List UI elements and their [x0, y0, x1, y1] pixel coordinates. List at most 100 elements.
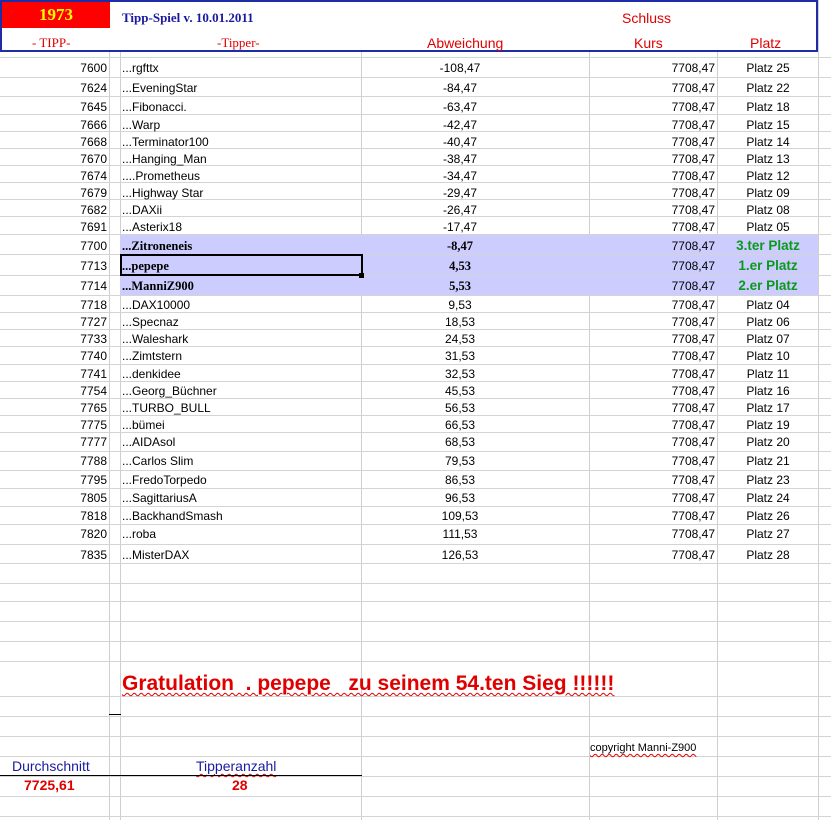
cell-tipper[interactable]: ...ManniZ900 [122, 279, 194, 293]
cell-kurs[interactable]: 7708,47 [672, 418, 715, 432]
cell-platz[interactable]: Platz 07 [718, 332, 818, 346]
cell-tipper[interactable]: ...MisterDAX [122, 548, 189, 562]
cell-tipp[interactable]: 7754 [80, 384, 107, 398]
cell-platz[interactable]: Platz 11 [718, 367, 818, 381]
cell-tipp[interactable]: 7805 [80, 491, 107, 505]
cell-tipp[interactable]: 7775 [80, 418, 107, 432]
cell-tipper[interactable]: ...Carlos Slim [122, 454, 193, 468]
cell-kurs[interactable]: 7708,47 [672, 454, 715, 468]
cell-kurs[interactable]: 7708,47 [672, 169, 715, 183]
cell-abweichung[interactable]: 32,53 [420, 367, 500, 381]
cell-abweichung[interactable]: 66,53 [420, 418, 500, 432]
cell-tipper[interactable]: ...FredoTorpedo [122, 473, 207, 487]
cell-abweichung[interactable]: -42,47 [420, 118, 500, 132]
cell-platz[interactable]: Platz 16 [718, 384, 818, 398]
cell-tipp[interactable]: 7668 [80, 135, 107, 149]
cell-kurs[interactable]: 7708,47 [672, 61, 715, 75]
cell-abweichung[interactable]: 68,53 [420, 435, 500, 449]
cell-abweichung[interactable]: 96,53 [420, 491, 500, 505]
fill-handle[interactable] [359, 273, 364, 278]
cell-kurs[interactable]: 7708,47 [672, 384, 715, 398]
cell-tipper[interactable]: ...SagittariusA [122, 491, 197, 505]
cell-abweichung[interactable]: -84,47 [420, 81, 500, 95]
cell-kurs[interactable]: 7708,47 [672, 349, 715, 363]
cell-kurs[interactable]: 7708,47 [672, 298, 715, 312]
durchschnitt-value[interactable]: 7725,61 [24, 778, 75, 792]
cell-platz[interactable]: Platz 10 [718, 349, 818, 363]
cell-tipp[interactable]: 7670 [80, 152, 107, 166]
cell-kurs[interactable]: 7708,47 [672, 186, 715, 200]
cell-platz[interactable]: Platz 23 [718, 473, 818, 487]
cell-kurs[interactable]: 7708,47 [672, 332, 715, 346]
cell-platz[interactable]: Platz 27 [718, 527, 818, 541]
cell-platz[interactable]: Platz 06 [718, 315, 818, 329]
cell-tipp[interactable]: 7788 [80, 454, 107, 468]
cell-kurs[interactable]: 7708,47 [672, 367, 715, 381]
cell-tipper[interactable]: ...bümei [122, 418, 165, 432]
col-header-tipper[interactable]: -Tipper- [217, 36, 260, 50]
cell-tipp[interactable]: 7777 [80, 435, 107, 449]
cell-tipp[interactable]: 7820 [80, 527, 107, 541]
cell-tipp[interactable]: 7718 [80, 298, 107, 312]
cell-platz[interactable]: Platz 05 [718, 220, 818, 234]
cell-abweichung[interactable]: -38,47 [420, 152, 500, 166]
cell-platz[interactable]: Platz 21 [718, 454, 818, 468]
cell-kurs[interactable]: 7708,47 [672, 473, 715, 487]
year-cell[interactable]: 1973 [2, 2, 110, 28]
cell-tipper[interactable]: ....Prometheus [122, 169, 200, 183]
cell-tipper[interactable]: ...Highway Star [122, 186, 203, 200]
cell-tipp[interactable]: 7600 [80, 61, 107, 75]
cell-kurs[interactable]: 7708,47 [672, 401, 715, 415]
cell-kurs[interactable]: 7708,47 [672, 239, 715, 253]
cell-kurs[interactable]: 7708,47 [672, 220, 715, 234]
cell-tipper[interactable]: ...EveningStar [122, 81, 197, 95]
cell-abweichung[interactable]: -40,47 [420, 135, 500, 149]
cell-tipper[interactable]: ...rgfttx [122, 61, 159, 75]
cell-tipper[interactable]: ...Hanging_Man [122, 152, 207, 166]
cell-kurs[interactable]: 7708,47 [672, 491, 715, 505]
cell-kurs[interactable]: 7708,47 [672, 509, 715, 523]
cell-platz[interactable]: Platz 26 [718, 509, 818, 523]
cell-tipp[interactable]: 7741 [80, 367, 107, 381]
cell-kurs[interactable]: 7708,47 [672, 152, 715, 166]
selected-cell[interactable] [120, 254, 363, 276]
cell-abweichung[interactable]: 79,53 [420, 454, 500, 468]
cell-platz[interactable]: Platz 25 [718, 61, 818, 75]
cell-platz[interactable]: Platz 15 [718, 118, 818, 132]
cell-abweichung[interactable]: -8,47 [420, 239, 500, 253]
cell-tipp[interactable]: 7691 [80, 220, 107, 234]
cell-kurs[interactable]: 7708,47 [672, 315, 715, 329]
cell-platz[interactable]: Platz 24 [718, 491, 818, 505]
cell-abweichung[interactable]: -63,47 [420, 100, 500, 114]
cell-abweichung[interactable]: 5,53 [420, 279, 500, 293]
col-header-kurs[interactable]: Kurs [634, 36, 663, 50]
cell-tipp[interactable]: 7700 [80, 239, 107, 253]
cell-platz[interactable]: Platz 13 [718, 152, 818, 166]
cell-kurs[interactable]: 7708,47 [672, 100, 715, 114]
cell-abweichung[interactable]: -108,47 [420, 61, 500, 75]
cell-abweichung[interactable]: 45,53 [420, 384, 500, 398]
cell-tipper[interactable]: ...Specnaz [122, 315, 179, 329]
cell-tipper[interactable]: ...DAX10000 [122, 298, 190, 312]
cell-abweichung[interactable]: 109,53 [420, 509, 500, 523]
cell-abweichung[interactable]: 86,53 [420, 473, 500, 487]
schluss-cell[interactable]: Schluss [622, 11, 671, 25]
cell-kurs[interactable]: 7708,47 [672, 435, 715, 449]
cell-abweichung[interactable]: 4,53 [420, 259, 500, 273]
cell-tipper[interactable]: ...Fibonacci. [122, 100, 187, 114]
cell-kurs[interactable]: 7708,47 [672, 259, 715, 273]
cell-abweichung[interactable]: -34,47 [420, 169, 500, 183]
cell-platz[interactable]: Platz 18 [718, 100, 818, 114]
cell-tipp[interactable]: 7666 [80, 118, 107, 132]
cell-tipper[interactable]: ...Zimtstern [122, 349, 182, 363]
cell-platz[interactable]: Platz 14 [718, 135, 818, 149]
title-cell[interactable]: Tipp-Spiel v. 10.01.2011 [122, 11, 254, 25]
cell-kurs[interactable]: 7708,47 [672, 81, 715, 95]
cell-tipper[interactable]: ...Asterix18 [122, 220, 182, 234]
cell-tipper[interactable]: ...Waleshark [122, 332, 188, 346]
cell-tipp[interactable]: 7835 [80, 548, 107, 562]
cell-abweichung[interactable]: 9,53 [420, 298, 500, 312]
copyright-text[interactable]: copyright Manni-Z900 [590, 741, 696, 755]
cell-tipp[interactable]: 7733 [80, 332, 107, 346]
cell-tipper[interactable]: ...AIDAsol [122, 435, 175, 449]
